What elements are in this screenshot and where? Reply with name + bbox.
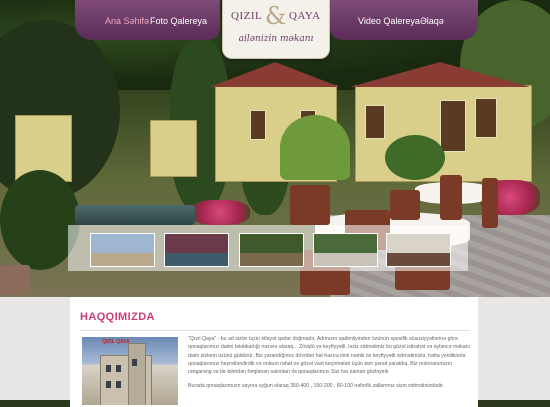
logo-tagline: ailənizin məkanı bbox=[238, 34, 314, 44]
nav-video-gallery-link[interactable]: Video Qalereya bbox=[358, 16, 420, 26]
outdoor-tables-thumbnail[interactable] bbox=[313, 233, 378, 267]
garden-thumbnail[interactable] bbox=[239, 233, 304, 267]
section-title: HAQQIMIZDA bbox=[80, 311, 155, 323]
nav-home-link[interactable]: Ana Səhifə bbox=[105, 16, 149, 26]
about-paragraph: "Qızıl Qaya" - bu ad sizlər üçün kifayət… bbox=[188, 336, 470, 376]
event-tent-thumbnail[interactable] bbox=[164, 233, 229, 267]
divider bbox=[80, 330, 470, 331]
photo-sign: QIZIL QAYA bbox=[102, 339, 130, 345]
bush bbox=[385, 135, 445, 180]
chair bbox=[390, 190, 420, 220]
window bbox=[250, 110, 266, 140]
nav-left-bar: Ana Səhifə Foto Qalereya bbox=[75, 0, 220, 40]
window bbox=[365, 105, 385, 139]
thumbnail-strip bbox=[68, 225, 468, 271]
logo-word-right: QAYA bbox=[289, 10, 321, 22]
building-photo: QIZIL QAYA bbox=[82, 337, 178, 405]
flower-bed bbox=[190, 200, 250, 225]
chair bbox=[440, 175, 462, 220]
logo-word-left: QIZIL bbox=[231, 10, 263, 22]
chair bbox=[290, 185, 330, 225]
about-paragraph: Burada qonaqlarımızın sayına uyğun olara… bbox=[188, 383, 444, 390]
window bbox=[475, 98, 497, 138]
building-thumbnail[interactable] bbox=[90, 233, 155, 267]
roof bbox=[350, 62, 530, 87]
about-section: HAQQIMIZDA QIZIL QAYA "Qızıl Qaya" - bu … bbox=[70, 297, 478, 407]
chair bbox=[0, 265, 30, 295]
photo-tower bbox=[128, 343, 146, 405]
dining-hall-thumbnail[interactable] bbox=[386, 233, 451, 267]
nav-right-bar: Video Qalereya Əlaqə bbox=[330, 0, 478, 40]
about-text: "Qızıl Qaya" - bu ad sizlər üçün kifayət… bbox=[188, 335, 473, 397]
nav-contact-link[interactable]: Əlaqə bbox=[420, 16, 444, 26]
nav-photo-gallery-link[interactable]: Foto Qalereya bbox=[150, 16, 207, 26]
cottage bbox=[150, 120, 197, 177]
window bbox=[440, 100, 466, 152]
chair bbox=[482, 178, 498, 228]
roof bbox=[210, 62, 340, 87]
logo-ampersand: & bbox=[265, 2, 287, 30]
site-logo[interactable]: QIZIL & QAYA ailənizin məkanı bbox=[222, 0, 330, 59]
pond bbox=[75, 205, 195, 225]
palm-plant bbox=[280, 115, 350, 180]
